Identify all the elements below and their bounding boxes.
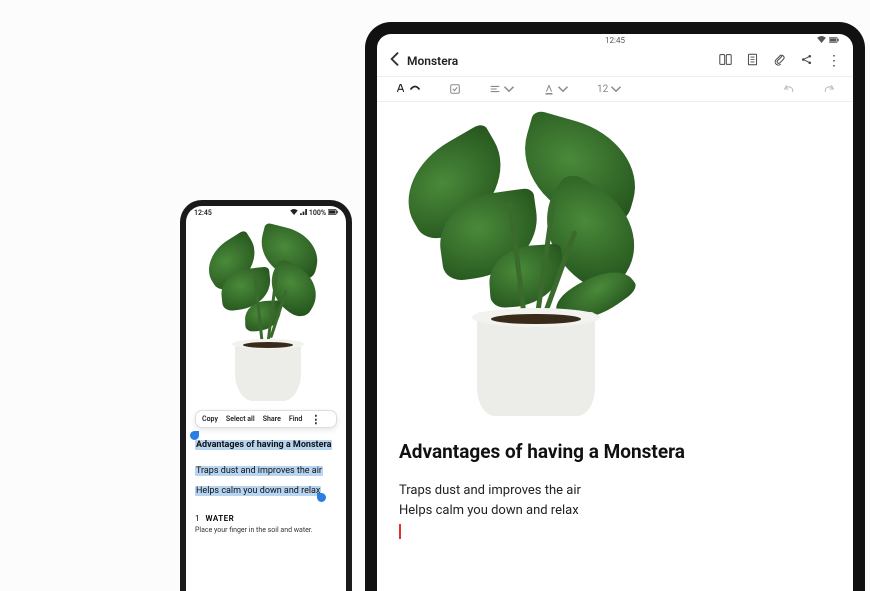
- selected-text-block[interactable]: Advantages of having a Monstera Traps du…: [195, 432, 337, 498]
- phone-battery: 100%: [309, 209, 326, 217]
- back-icon[interactable]: [389, 52, 399, 70]
- tablet-plant-image: [399, 106, 831, 416]
- reader-mode-icon[interactable]: [719, 51, 732, 70]
- note-line2: Helps calm you down and relax: [399, 501, 831, 521]
- selection-end-handle[interactable]: [317, 493, 326, 502]
- selected-line2: Helps calm you down and relax: [195, 486, 321, 496]
- tablet-editor-toolbar: 12: [377, 76, 853, 102]
- tool-text-color[interactable]: [543, 83, 569, 95]
- battery-icon: [829, 36, 839, 45]
- wifi-icon: [817, 36, 826, 45]
- text-cursor: [399, 524, 401, 539]
- section-number: 1: [195, 514, 200, 523]
- attachment-icon[interactable]: [773, 51, 786, 70]
- phone-content: Copy Select all Share Find ⋮ Advantages …: [186, 218, 346, 534]
- note-body-text: Traps dust and improves the air Helps ca…: [399, 481, 831, 540]
- tool-redo[interactable]: [823, 83, 835, 95]
- tool-font-style[interactable]: [395, 82, 421, 96]
- tool-align[interactable]: [489, 83, 515, 95]
- phone-time: 12:45: [194, 209, 212, 217]
- phone-status-right: 100%: [290, 209, 338, 217]
- phone-statusbar: 12:45 100%: [186, 206, 346, 218]
- note-line1: Traps dust and improves the air: [399, 481, 831, 501]
- menu-share[interactable]: Share: [263, 415, 281, 423]
- wifi-icon: [290, 209, 298, 217]
- signal-icon: [300, 209, 307, 217]
- selection-start-handle[interactable]: [190, 431, 199, 440]
- text-context-menu: Copy Select all Share Find ⋮: [195, 410, 337, 428]
- menu-copy[interactable]: Copy: [202, 415, 218, 423]
- tool-font-size[interactable]: 12: [597, 83, 622, 95]
- note-title: Advantages of having a Monstera: [399, 440, 831, 463]
- tablet-statusbar: 12:45: [377, 34, 853, 47]
- menu-select-all[interactable]: Select all: [226, 415, 255, 423]
- tablet-appbar: Monstera ⋮: [377, 47, 853, 76]
- more-icon[interactable]: ⋮: [827, 53, 841, 69]
- tablet-note-body[interactable]: Advantages of having a Monstera Traps du…: [377, 102, 853, 540]
- tablet-time: 12:45: [605, 36, 625, 45]
- selected-line1: Traps dust and improves the air: [195, 466, 323, 476]
- menu-more-icon[interactable]: ⋮: [310, 416, 321, 423]
- phone-device: 12:45 100%: [180, 200, 352, 591]
- phone-plant-image: [195, 218, 337, 408]
- selected-title: Advantages of having a Monstera: [195, 440, 332, 450]
- section-title: WATER: [205, 514, 234, 523]
- tool-undo[interactable]: [783, 83, 795, 95]
- note-name: Monstera: [407, 54, 458, 68]
- phone-section-water: 1 WATER Place your finger in the soil an…: [195, 514, 337, 534]
- tool-checkbox[interactable]: [449, 83, 461, 95]
- battery-icon: [328, 209, 338, 217]
- tablet-device: 12:45 Monstera: [365, 22, 865, 591]
- share-icon[interactable]: [800, 51, 813, 70]
- tablet-status-right: [817, 36, 839, 45]
- page-icon[interactable]: [746, 51, 759, 70]
- section-body: Place your finger in the soil and water.: [195, 526, 337, 534]
- menu-find[interactable]: Find: [289, 415, 303, 423]
